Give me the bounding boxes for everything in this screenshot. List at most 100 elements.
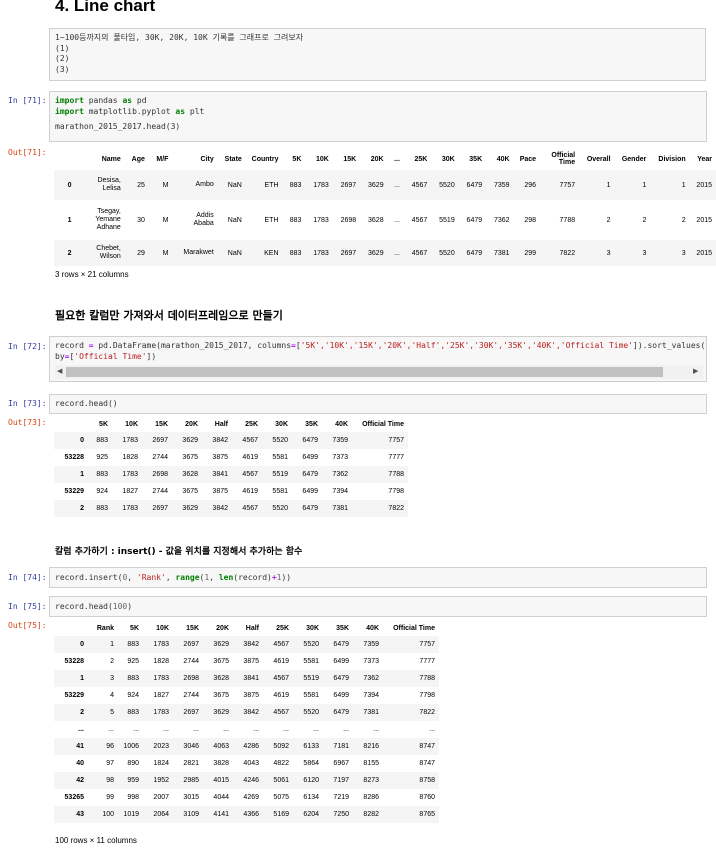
table-row: 0 883 1783 2697 3629 3842 4567 5520 6479 7359 7757 [54, 432, 408, 449]
table-cell: 2985 [183, 777, 199, 784]
table-cell: 4619 [242, 488, 258, 495]
table-cell: 30 [137, 216, 145, 224]
table-cell: 6479 [466, 181, 483, 189]
table-cell: 7381 [493, 249, 510, 257]
table-cell: 3629 [213, 709, 229, 716]
scroll-left-icon[interactable]: ◀ [57, 367, 62, 375]
code-text: pandas [83, 96, 123, 105]
table-cell: 6499 [302, 454, 318, 461]
table-cell: 2697 [340, 249, 357, 257]
string-literal: 'Rank' [136, 573, 166, 582]
table-cell: 1 [681, 181, 686, 189]
table-cell: 2697 [152, 437, 168, 444]
input-prompt: In [75]: [8, 602, 47, 611]
table-cell: 1827 [122, 488, 138, 495]
keyword: as [175, 106, 186, 116]
table-cell: 5581 [303, 658, 319, 665]
output-prompt: Out[75]: [8, 621, 47, 630]
table-cell: 3675 [182, 488, 198, 495]
column-header: 5K [130, 625, 139, 632]
dataframe-table-71: Name Age M/F City State Country 5K 10K 15K 20K...… [54, 148, 716, 266]
table-cell: 3 [681, 249, 686, 257]
markdown-cell[interactable]: 1~100등까지의 풀타임, 30K, 20K, 10K 기록를 그래프로 그려… [49, 28, 706, 81]
table-cell: 925 [96, 454, 108, 461]
table-cell: 4044 [213, 794, 229, 801]
table-cell: 1827 [153, 692, 169, 699]
table-cell: 1783 [153, 709, 169, 716]
row-index: ... [78, 726, 84, 733]
table-cell: 7219 [333, 794, 349, 801]
table-cell: 2023 [153, 743, 169, 750]
column-header: 30K [441, 155, 455, 163]
table-row: 53228 2 925 1828 2744 3675 3875 4619 5581 6499 737… [54, 653, 439, 670]
table-cell: 7788 [388, 471, 404, 478]
table-cell: 7777 [419, 658, 435, 665]
table-cell: 98 [106, 777, 114, 784]
table-cell: 2698 [152, 471, 168, 478]
table-cell: 4567 [242, 505, 258, 512]
section-heading: 4. Line chart [55, 0, 156, 15]
table-cell: 7359 [493, 181, 510, 189]
row-index: 1 [67, 216, 72, 224]
table-cell: 959 [127, 777, 139, 784]
table-row: 1 Tsegay, Yemane Adhane 30 M Addis Ababa NaN E… [54, 200, 716, 240]
table-cell: 7788 [419, 675, 435, 682]
table-cell: 5520 [303, 641, 319, 648]
table-cell: 7381 [332, 505, 348, 512]
row-index: 2 [67, 249, 72, 257]
table-cell: 1828 [153, 658, 169, 665]
table-cell: 299 [524, 249, 537, 257]
table-cell: 1783 [122, 471, 138, 478]
table-cell: 6479 [302, 505, 318, 512]
column-header: 20K [216, 625, 229, 632]
table-cell: 4619 [242, 454, 258, 461]
column-header: 40K [496, 155, 510, 163]
table-cell: 8758 [419, 777, 435, 784]
table-cell: 7373 [332, 454, 348, 461]
table-cell: 5520 [439, 181, 455, 189]
table-cell: 4567 [411, 216, 428, 224]
table-cell: 2697 [152, 505, 168, 512]
table-row: 43 100 1019 2064 3109 4141 4366 5169 6204 7250 828… [54, 806, 439, 823]
scrollbar-thumb[interactable] [66, 367, 663, 377]
table-cell: 3675 [213, 658, 229, 665]
table-cell: Desisa, Lelisa [97, 177, 121, 192]
table-cell: 8155 [363, 760, 379, 767]
table-cell: 6967 [333, 760, 349, 767]
table-cell: 1783 [153, 675, 169, 682]
table-cell: 3842 [212, 505, 228, 512]
table-row: 2 5 883 1783 2697 3629 3842 4567 5520 6479 7381 782… [54, 704, 439, 721]
table-row: 53228 925 1828 2744 3675 3875 4619 5581 6499 7373… [54, 449, 408, 466]
scroll-right-icon[interactable]: ▶ [693, 367, 698, 375]
code-cell-74[interactable]: record.insert(0, 'Rank', range(1, len(re… [49, 567, 707, 588]
code-cell-75[interactable]: record.head(100) [49, 596, 707, 617]
table-cell: 1783 [313, 249, 329, 257]
table-cell: ... [108, 726, 114, 733]
table-cell: 1006 [123, 743, 139, 750]
table-cell: 2821 [183, 760, 199, 767]
column-header: City [200, 155, 214, 163]
table-cell: 3 [642, 249, 647, 257]
builtin: range [175, 573, 200, 582]
table-cell: 7777 [388, 454, 404, 461]
table-cell: 7359 [363, 641, 379, 648]
table-cell: 6479 [302, 437, 318, 444]
table-cell: 7362 [332, 471, 348, 478]
table-cell: 97 [106, 760, 114, 767]
section-subheading: 필요한 칼럼만 가져와서 데이터프레임으로 만들기 [55, 309, 283, 322]
table-cell: 1783 [313, 216, 329, 224]
string-literal: '5K','10K','15K','20K','Half','25K','30K… [300, 341, 634, 350]
column-header: 15K [186, 625, 199, 632]
column-header: 25K [245, 421, 258, 428]
column-header: 10K [156, 625, 169, 632]
code-cell-71[interactable]: import pandas as pd import matplotlib.py… [49, 91, 707, 142]
table-cell: 1783 [122, 437, 138, 444]
column-header: 25K [414, 155, 428, 163]
code-text: record.head( [55, 602, 113, 611]
table-row: 40 97 890 1824 2821 3828 4043 4822 5864 6967 8155 8… [54, 755, 439, 772]
table-cell: 298 [524, 216, 537, 224]
table-cell: 2744 [183, 658, 199, 665]
table-cell: 3875 [212, 488, 228, 495]
table-cell: 2015 [696, 181, 712, 189]
code-cell-73[interactable]: record.head() [49, 394, 707, 414]
